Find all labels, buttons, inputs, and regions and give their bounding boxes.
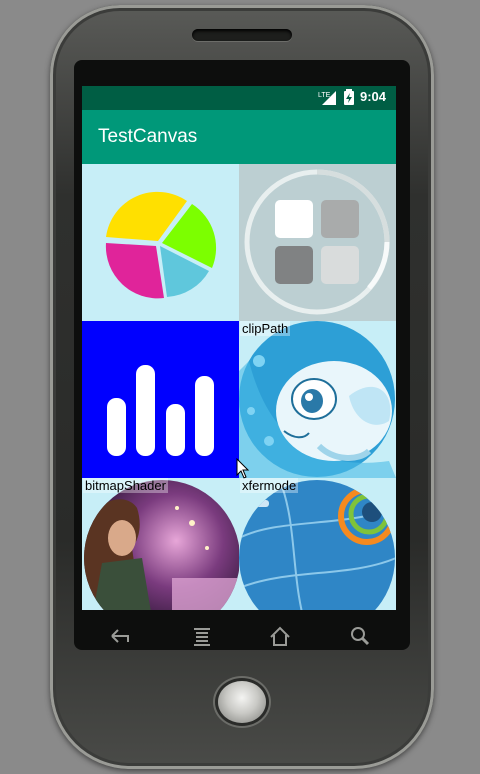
square-dark bbox=[275, 246, 313, 284]
pie-chart-tile[interactable] bbox=[82, 164, 239, 321]
hardware-home-button[interactable] bbox=[218, 681, 266, 723]
xfermode-image bbox=[239, 480, 395, 610]
clippath-label: clipPath bbox=[240, 321, 291, 336]
status-bar: LTE 9:04 bbox=[82, 86, 396, 110]
battery-icon bbox=[344, 89, 354, 109]
canvas-grid: clipPath bitmapShader xfermode bbox=[82, 164, 396, 610]
status-time: 9:04 bbox=[359, 89, 386, 104]
search-icon[interactable] bbox=[346, 622, 374, 650]
bar-3 bbox=[166, 404, 185, 456]
bitmapshader-image bbox=[84, 480, 239, 610]
app-bar: TestCanvas bbox=[82, 110, 396, 164]
back-icon[interactable] bbox=[106, 622, 134, 650]
bar-2 bbox=[136, 365, 155, 456]
bitmapshader-tile[interactable]: bitmapShader bbox=[82, 478, 239, 610]
bar-4 bbox=[195, 376, 214, 456]
bar-1 bbox=[107, 398, 126, 456]
square-gray bbox=[321, 200, 359, 238]
menu-icon[interactable] bbox=[188, 622, 216, 650]
progress-squares-tile[interactable] bbox=[239, 164, 396, 321]
bars-tile[interactable] bbox=[82, 321, 239, 478]
bitmapshader-label: bitmapShader bbox=[83, 478, 168, 493]
pie-slice-pink bbox=[105, 243, 164, 299]
network-type-text: LTE bbox=[318, 92, 331, 99]
progress-squares-drawing bbox=[244, 169, 390, 315]
signal-lte-icon: LTE bbox=[318, 89, 338, 109]
bars-drawing bbox=[107, 365, 214, 456]
clippath-tile[interactable]: clipPath bbox=[239, 321, 396, 478]
navigation-bar bbox=[82, 612, 396, 660]
clippath-fish-image bbox=[239, 321, 396, 478]
app-title: TestCanvas bbox=[98, 126, 198, 147]
xfermode-tile[interactable]: xfermode bbox=[239, 478, 396, 610]
square-white bbox=[275, 200, 313, 238]
earpiece-speaker bbox=[192, 29, 292, 41]
device-screen: LTE 9:04 TestCanvas clipPath bitmapShade… bbox=[82, 86, 396, 610]
xfermode-label: xfermode bbox=[240, 478, 299, 493]
home-icon[interactable] bbox=[266, 622, 294, 650]
square-light bbox=[321, 246, 359, 284]
pie-chart-drawing bbox=[105, 191, 217, 299]
